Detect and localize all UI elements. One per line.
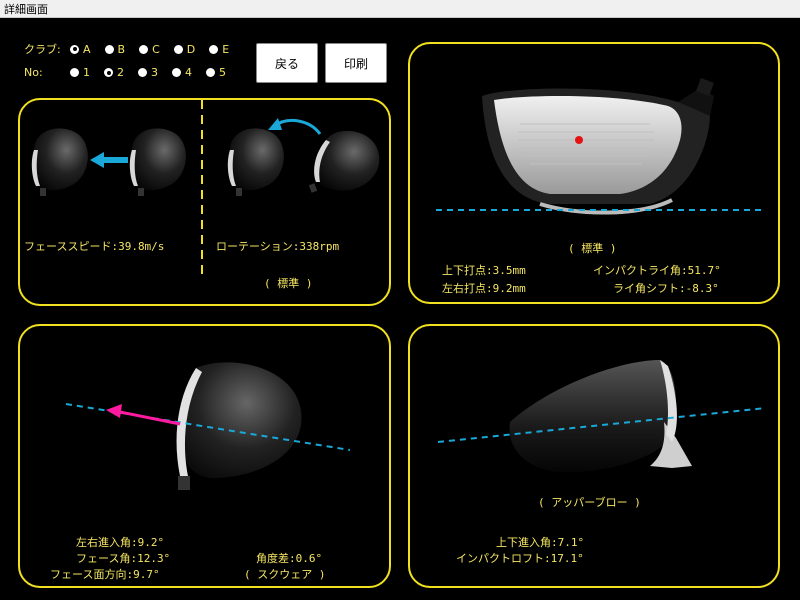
- number-label: No:: [24, 66, 43, 79]
- number-option-label: 5: [219, 66, 226, 79]
- upper-blow-panel: ( アッパーブロー ) 上下進入角:7.1° インパクトロフト:17.1°: [408, 324, 780, 588]
- window-title: 詳細画面: [4, 3, 48, 16]
- impact-point-marker: [575, 136, 583, 144]
- rotation-text: ローテーション:338rpm: [216, 240, 340, 253]
- club-head-side-icon: [509, 360, 692, 473]
- lr-angle-text: 左右進入角:9.2°: [76, 536, 165, 549]
- number-option-label: 1: [83, 66, 90, 79]
- upper-rating-text: ( アッパーブロー ): [538, 496, 641, 509]
- face-speed-text: フェーススピード:39.8m/s: [24, 240, 165, 253]
- speed-rotation-panel: フェーススピード:39.8m/s ローテーション:338rpm ( 標準 ): [18, 98, 391, 306]
- speed-rating-text: ( 標準 ): [264, 277, 313, 290]
- arrow-left-icon: [106, 404, 181, 426]
- club-option-label: E: [222, 42, 230, 56]
- speed-rotation-graphics: [31, 100, 380, 275]
- number-option-4[interactable]: 4: [172, 66, 192, 79]
- club-option-d[interactable]: D: [173, 42, 196, 56]
- radio-icon[interactable]: [138, 68, 147, 77]
- club-label: クラブ:: [24, 43, 61, 56]
- number-option-label: 2: [117, 66, 124, 79]
- club-option-e[interactable]: E: [209, 43, 229, 56]
- number-option-1[interactable]: 1: [70, 66, 90, 79]
- radio-icon[interactable]: [209, 44, 219, 54]
- arrow-left-icon: [90, 152, 128, 168]
- club-option-label: A: [83, 42, 91, 56]
- window-titlebar: 詳細画面: [0, 0, 800, 18]
- back-button[interactable]: 戻る: [256, 43, 318, 83]
- club-head-icon: [227, 128, 284, 196]
- angle-diff-text: 角度差:0.6°: [256, 552, 323, 565]
- print-button[interactable]: 印刷: [325, 43, 387, 83]
- detail-stage: クラブ: A B C D E No: 1 2 3 4 5 戻る 印刷 フェーススピード:39.8…: [0, 18, 800, 600]
- club-head-icon: [308, 130, 380, 193]
- club-face-icon: [482, 78, 714, 215]
- radio-icon[interactable]: [139, 44, 149, 54]
- impact-lie-text: インパクトライ角:51.7°: [593, 264, 721, 277]
- number-option-5[interactable]: 5: [206, 66, 226, 79]
- club-head-icon: [31, 128, 88, 196]
- radio-icon[interactable]: [206, 68, 215, 77]
- club-option-label: D: [186, 42, 196, 56]
- vertical-point-text: 上下打点:3.5mm: [442, 264, 526, 277]
- number-option-label: 3: [151, 66, 158, 79]
- radio-icon[interactable]: [104, 44, 114, 54]
- radio-icon[interactable]: [173, 44, 183, 54]
- impact-loft-text: インパクトロフト:17.1°: [456, 552, 584, 565]
- rotation-arrow-icon: [268, 118, 322, 135]
- club-option-label: C: [152, 42, 160, 56]
- club-head-icon: [176, 362, 302, 490]
- number-option-2[interactable]: 2: [104, 66, 124, 79]
- club-option-b[interactable]: B: [104, 42, 126, 56]
- number-option-3[interactable]: 3: [138, 66, 158, 79]
- face-angle-text: フェース角:12.3°: [76, 552, 171, 565]
- approach-angle-panel: 左右進入角:9.2° フェース角:12.3° フェース面方向:9.7° 角度差:…: [18, 324, 391, 588]
- club-head-icon: [129, 128, 186, 196]
- approach-rating-text: ( スクウェア ): [244, 568, 326, 581]
- horizontal-point-text: 左右打点:9.2mm: [442, 282, 526, 295]
- radio-icon[interactable]: [70, 44, 79, 54]
- club-selector: クラブ: A B C D E: [24, 41, 243, 57]
- impact-rating-text: ( 標準 ): [568, 242, 617, 255]
- impact-point-panel: ( 標準 ) 上下打点:3.5mm 左右打点:9.2mm インパクトライ角:51…: [408, 42, 780, 304]
- lie-shift-text: ライ角シフト:-8.3°: [613, 282, 719, 295]
- radio-icon[interactable]: [172, 68, 181, 77]
- number-selector: No: 1 2 3 4 5: [24, 66, 240, 79]
- radio-icon[interactable]: [104, 68, 113, 77]
- club-option-c[interactable]: C: [139, 43, 160, 56]
- club-option-a[interactable]: A: [70, 43, 91, 56]
- radio-icon[interactable]: [70, 68, 79, 77]
- club-option-label: B: [117, 42, 126, 56]
- number-option-label: 4: [185, 66, 192, 79]
- face-direction-text: フェース面方向:9.7°: [50, 568, 160, 581]
- vertical-angle-text: 上下進入角:7.1°: [496, 536, 585, 549]
